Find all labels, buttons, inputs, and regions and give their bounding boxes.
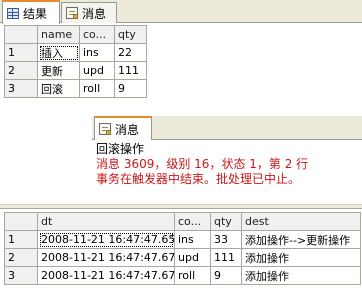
tab-results-label: 结果 xyxy=(23,6,48,21)
results-grid-2[interactable]: dt co... qty dest 1 2008-11-21 16:47:47.… xyxy=(4,212,361,285)
table-cell[interactable]: 2008-11-21 16:47:47.653 xyxy=(37,230,175,249)
row-number[interactable]: 3 xyxy=(4,79,38,98)
row-number[interactable]: 1 xyxy=(4,230,38,249)
grid-icon xyxy=(7,7,19,19)
grid2-column-header[interactable]: qty xyxy=(210,212,242,231)
table-cell[interactable]: 添加操作-->更新操作 xyxy=(241,230,361,249)
table-cell[interactable]: roll xyxy=(174,266,211,285)
grid2-column-header[interactable]: dest xyxy=(241,212,361,231)
table-cell[interactable]: 2008-11-21 16:47:47.670 xyxy=(37,266,175,285)
table-row[interactable]: 2 更新 upd 111 xyxy=(4,61,147,80)
table-cell[interactable]: 111 xyxy=(114,61,147,80)
row-number[interactable]: 1 xyxy=(4,43,38,62)
table-cell[interactable]: upd xyxy=(174,248,211,267)
grid1-header-row: name co... qty xyxy=(4,25,147,44)
tab-messages-active-label: 消息 xyxy=(115,122,140,137)
message-icon xyxy=(66,7,78,19)
tab-messages-active[interactable]: 消息 xyxy=(94,116,152,140)
grid2-column-header[interactable]: co... xyxy=(174,212,211,231)
sql-results-pane: 结果 消息 name co... qty 1 插入 ins 22 2 更新 up… xyxy=(0,0,362,290)
tab-messages[interactable]: 消息 xyxy=(61,2,117,23)
table-row[interactable]: 3 2008-11-21 16:47:47.670 roll 9 添加操作 xyxy=(4,266,361,285)
row-number[interactable]: 2 xyxy=(4,248,38,267)
tab-results[interactable]: 结果 xyxy=(2,0,60,24)
error-message-line: 事务在触发器中结束。批处理已中止。 xyxy=(96,172,301,186)
message-icon xyxy=(99,123,111,135)
tab-messages-label: 消息 xyxy=(82,6,107,21)
table-cell[interactable]: 2008-11-21 16:47:47.670 xyxy=(37,248,175,267)
table-row[interactable]: 3 回滚 roll 9 xyxy=(4,79,147,98)
table-cell[interactable]: 添加操作 xyxy=(241,248,361,267)
grid1-column-header[interactable]: qty xyxy=(114,25,147,44)
results-grid-1[interactable]: name co... qty 1 插入 ins 22 2 更新 upd 111 … xyxy=(4,25,147,98)
grid1-column-header[interactable]: name xyxy=(37,25,80,44)
row-number[interactable]: 2 xyxy=(4,61,38,80)
row-number[interactable]: 3 xyxy=(4,266,38,285)
results-tabstrip: 结果 消息 xyxy=(0,0,362,24)
table-cell[interactable]: 33 xyxy=(210,230,242,249)
table-row[interactable]: 2 2008-11-21 16:47:47.670 upd 111 添加操作 xyxy=(4,248,361,267)
table-row[interactable]: 1 2008-11-21 16:47:47.653 ins 33 添加操作-->… xyxy=(4,230,361,249)
table-cell[interactable]: roll xyxy=(79,79,115,98)
grid2-column-header[interactable]: dt xyxy=(37,212,175,231)
table-cell[interactable]: 111 xyxy=(210,248,242,267)
grid1-column-header[interactable]: co... xyxy=(79,25,115,44)
table-cell[interactable]: ins xyxy=(174,230,211,249)
table-cell[interactable]: 插入 xyxy=(37,43,80,62)
table-cell[interactable]: 22 xyxy=(114,43,147,62)
table-row[interactable]: 1 插入 ins 22 xyxy=(4,43,147,62)
grid2-header-row: dt co... qty dest xyxy=(4,212,361,231)
messages-tabstrip: 消息 xyxy=(92,116,362,140)
table-cell[interactable]: 更新 xyxy=(37,61,80,80)
pane-splitter[interactable] xyxy=(0,204,362,209)
grid1-corner-cell[interactable] xyxy=(4,25,38,44)
table-cell[interactable]: 9 xyxy=(210,266,242,285)
table-cell[interactable]: ins xyxy=(79,43,115,62)
table-cell[interactable]: 回滚 xyxy=(37,79,80,98)
table-cell[interactable]: 添加操作 xyxy=(241,266,361,285)
table-cell[interactable]: upd xyxy=(79,61,115,80)
table-cell[interactable]: 9 xyxy=(114,79,147,98)
grid2-corner-cell[interactable] xyxy=(4,212,38,231)
